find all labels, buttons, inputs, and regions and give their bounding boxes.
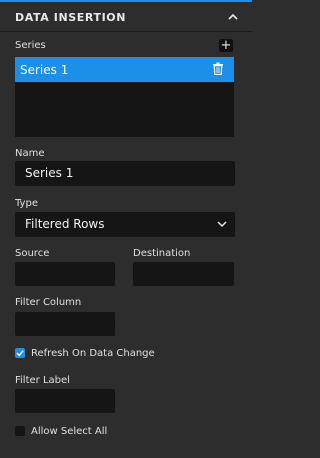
type-select-value: Filtered Rows bbox=[25, 217, 105, 231]
refresh-on-data-change-checkbox[interactable] bbox=[15, 348, 25, 358]
allow-select-all-label[interactable]: Allow Select All bbox=[31, 426, 107, 437]
chevron-down-icon bbox=[217, 221, 227, 228]
destination-input[interactable] bbox=[133, 262, 234, 286]
filter-label-label: Filter Label bbox=[15, 375, 70, 386]
name-input-value: Series 1 bbox=[25, 166, 74, 180]
data-insertion-panel: DATA INSERTION Series + Series 1 Name Se… bbox=[0, 0, 252, 458]
chevron-up-icon[interactable] bbox=[227, 11, 239, 23]
list-item[interactable]: Series 1 bbox=[15, 57, 234, 82]
destination-label: Destination bbox=[133, 248, 191, 259]
type-select[interactable]: Filtered Rows bbox=[15, 212, 235, 237]
allow-select-all-checkbox[interactable] bbox=[15, 426, 25, 436]
type-label: Type bbox=[15, 198, 38, 209]
source-input[interactable] bbox=[15, 262, 115, 286]
name-input[interactable]: Series 1 bbox=[15, 161, 235, 186]
source-label: Source bbox=[15, 248, 50, 259]
filter-column-label: Filter Column bbox=[15, 297, 82, 308]
series-label: Series bbox=[15, 40, 46, 51]
add-series-button[interactable]: + bbox=[219, 39, 233, 52]
section-title: DATA INSERTION bbox=[15, 11, 127, 24]
filter-column-input[interactable] bbox=[15, 312, 115, 336]
name-label: Name bbox=[15, 148, 45, 159]
refresh-on-data-change-label[interactable]: Refresh On Data Change bbox=[31, 348, 155, 359]
filter-label-input[interactable] bbox=[15, 389, 115, 413]
list-item-label: Series 1 bbox=[20, 63, 69, 77]
series-list: Series 1 bbox=[15, 57, 234, 137]
section-header[interactable]: DATA INSERTION bbox=[0, 0, 252, 32]
checkmark-icon bbox=[16, 350, 24, 357]
trash-icon[interactable] bbox=[212, 62, 224, 75]
